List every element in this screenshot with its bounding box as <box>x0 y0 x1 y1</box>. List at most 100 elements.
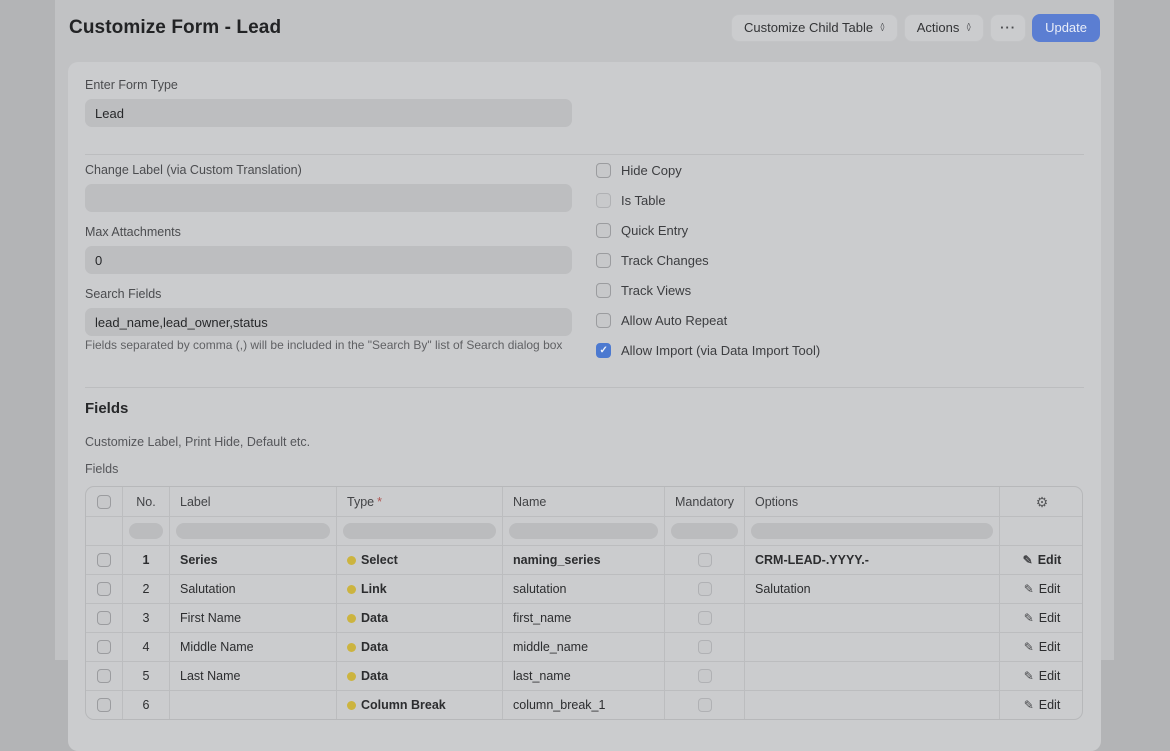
customize-child-table-button[interactable]: Customize Child Table ˄˅ <box>731 14 898 42</box>
row-label[interactable]: Middle Name <box>169 632 336 661</box>
mandatory-checkbox[interactable] <box>698 553 712 567</box>
row-options[interactable]: Salutation <box>744 574 999 603</box>
checkbox-label: Hide Copy <box>621 163 682 178</box>
row-type[interactable]: Data <box>336 603 502 632</box>
pencil-icon: ✎ <box>1024 698 1034 712</box>
checkbox-icon[interactable] <box>596 283 611 298</box>
checkbox-icon[interactable] <box>596 253 611 268</box>
row-label[interactable]: Last Name <box>169 661 336 690</box>
row-select-checkbox[interactable] <box>97 669 111 683</box>
filter-input[interactable] <box>343 523 496 539</box>
row-number: 5 <box>122 661 169 690</box>
edit-row-button[interactable]: ✎ Edit <box>1023 553 1062 567</box>
form-checkbox[interactable]: Track Views <box>596 283 1083 298</box>
form-checkbox[interactable]: Track Changes <box>596 253 1083 268</box>
header-actions: Customize Child Table ˄˅ Actions ˄˅ ··· … <box>731 14 1100 42</box>
checkbox-icon[interactable] <box>596 223 611 238</box>
form-checkbox[interactable]: Allow Import (via Data Import Tool) <box>596 343 1083 358</box>
table-row[interactable]: 3 First Name Data first_name ✎ Edit <box>86 603 1082 632</box>
row-options[interactable] <box>744 661 999 690</box>
mandatory-checkbox[interactable] <box>698 611 712 625</box>
mandatory-checkbox[interactable] <box>698 698 712 712</box>
form-checkbox-list: Hide Copy Is Table Quick Entry Track Cha… <box>596 163 1083 373</box>
change-label-label: Change Label (via Custom Translation) <box>85 163 572 177</box>
row-select-checkbox[interactable] <box>97 553 111 567</box>
row-label[interactable]: First Name <box>169 603 336 632</box>
checkbox-icon[interactable] <box>596 163 611 178</box>
row-fieldname: column_break_1 <box>502 690 664 719</box>
col-header-name: Name <box>502 487 664 516</box>
edit-row-button[interactable]: ✎ Edit <box>1024 698 1061 712</box>
column-break-icon <box>347 672 356 681</box>
table-row[interactable]: 4 Middle Name Data middle_name ✎ Edit <box>86 632 1082 661</box>
row-label[interactable]: Series <box>169 545 336 574</box>
column-break-icon <box>347 556 356 565</box>
select-all-checkbox[interactable] <box>97 495 111 509</box>
form-checkbox[interactable]: Allow Auto Repeat <box>596 313 1083 328</box>
row-number: 4 <box>122 632 169 661</box>
required-asterisk: * <box>377 495 382 509</box>
change-label-input[interactable] <box>85 184 572 212</box>
row-fieldname: naming_series <box>502 545 664 574</box>
row-select-checkbox[interactable] <box>97 640 111 654</box>
properties-section: Change Label (via Custom Translation) Ma… <box>85 154 1084 387</box>
pencil-icon: ✎ <box>1024 611 1034 625</box>
edit-row-button[interactable]: ✎ Edit <box>1024 669 1061 683</box>
page-container: Customize Form - Lead Customize Child Ta… <box>55 0 1114 660</box>
table-row[interactable]: 1 Series Select naming_series CRM-LEAD-.… <box>86 545 1082 574</box>
filter-input[interactable] <box>751 523 993 539</box>
checkbox-label: Allow Import (via Data Import Tool) <box>621 343 820 358</box>
row-type[interactable]: Data <box>336 661 502 690</box>
actions-button[interactable]: Actions ˄˅ <box>904 14 984 42</box>
form-checkbox[interactable]: Quick Entry <box>596 223 1083 238</box>
update-button[interactable]: Update <box>1032 14 1100 42</box>
checkbox-icon[interactable] <box>596 313 611 328</box>
pencil-icon: ✎ <box>1024 640 1034 654</box>
row-options[interactable]: CRM-LEAD-.YYYY.- <box>744 545 999 574</box>
table-row[interactable]: 5 Last Name Data last_name ✎ Edit <box>86 661 1082 690</box>
edit-row-button[interactable]: ✎ Edit <box>1024 640 1061 654</box>
table-row[interactable]: 6 Column Break column_break_1 ✎ Edit <box>86 690 1082 719</box>
max-attachments-input[interactable] <box>85 246 572 274</box>
row-label[interactable] <box>169 690 336 719</box>
row-type[interactable]: Column Break <box>336 690 502 719</box>
edit-row-button[interactable]: ✎ Edit <box>1024 611 1061 625</box>
enter-form-type-input[interactable] <box>85 99 572 127</box>
row-label[interactable]: Salutation <box>169 574 336 603</box>
max-attachments-label: Max Attachments <box>85 225 572 239</box>
filter-input[interactable] <box>176 523 330 539</box>
table-row[interactable]: 2 Salutation Link salutation Salutation … <box>86 574 1082 603</box>
fields-table-body: 1 Series Select naming_series CRM-LEAD-.… <box>86 545 1082 719</box>
col-header-type: Type* <box>336 487 502 516</box>
checkbox-label: Allow Auto Repeat <box>621 313 727 328</box>
filter-input[interactable] <box>509 523 658 539</box>
form-checkbox[interactable]: Is Table <box>596 193 1083 208</box>
fields-table-header: No. Label Type* Name Mandatory Options ⚙ <box>86 487 1082 516</box>
more-menu-button[interactable]: ··· <box>990 14 1026 42</box>
row-fieldname: first_name <box>502 603 664 632</box>
row-select-checkbox[interactable] <box>97 582 111 596</box>
gear-icon[interactable]: ⚙ <box>1036 495 1049 509</box>
row-options[interactable] <box>744 603 999 632</box>
checkbox-icon[interactable] <box>596 193 611 208</box>
edit-row-button[interactable]: ✎ Edit <box>1024 582 1061 596</box>
filter-input[interactable] <box>671 523 738 539</box>
search-fields-label: Search Fields <box>85 287 572 301</box>
row-type[interactable]: Select <box>336 545 502 574</box>
col-header-options: Options <box>744 487 999 516</box>
row-options[interactable] <box>744 690 999 719</box>
row-options[interactable] <box>744 632 999 661</box>
mandatory-checkbox[interactable] <box>698 582 712 596</box>
form-checkbox[interactable]: Hide Copy <box>596 163 1083 178</box>
row-select-checkbox[interactable] <box>97 611 111 625</box>
mandatory-checkbox[interactable] <box>698 669 712 683</box>
search-fields-input[interactable] <box>85 308 572 336</box>
filter-input[interactable] <box>129 523 163 539</box>
row-type[interactable]: Data <box>336 632 502 661</box>
column-break-icon <box>347 614 356 623</box>
row-type[interactable]: Link <box>336 574 502 603</box>
column-break-icon <box>347 701 356 710</box>
checkbox-icon[interactable] <box>596 343 611 358</box>
row-select-checkbox[interactable] <box>97 698 111 712</box>
mandatory-checkbox[interactable] <box>698 640 712 654</box>
